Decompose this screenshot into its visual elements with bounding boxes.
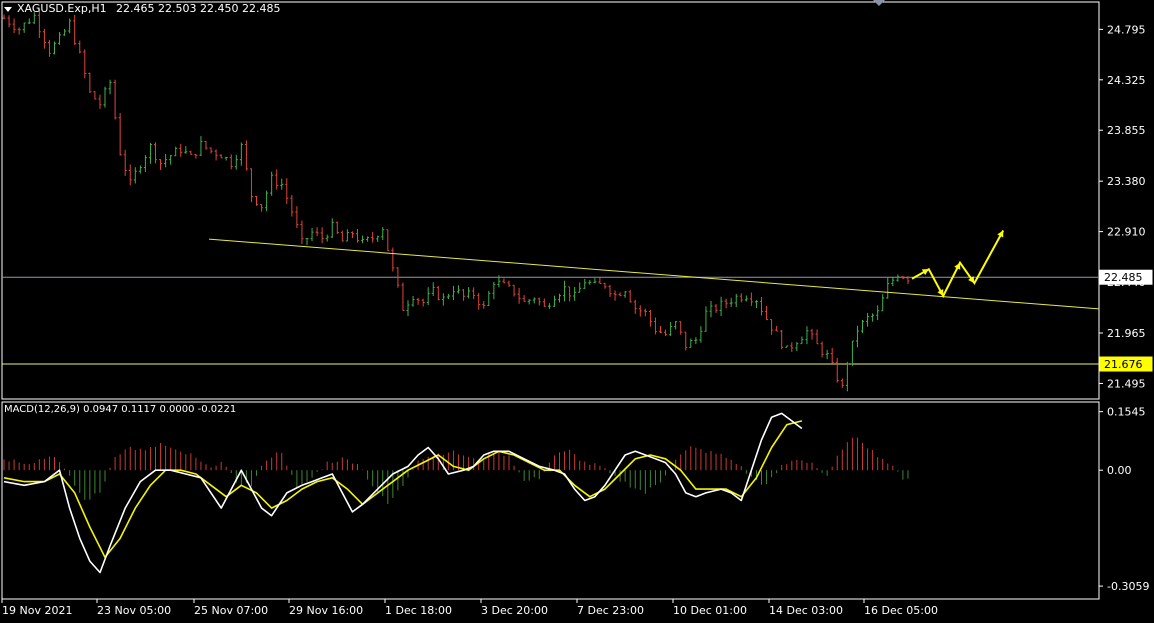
chart-svg: 24.79524.32523.85523.38022.91022.44021.9… xyxy=(1,1,1153,617)
macd-panel-frame xyxy=(1,401,1100,600)
projection-arrow-path xyxy=(911,230,1005,299)
x-tick-label: 3 Dec 20:00 xyxy=(481,604,548,617)
macd-tick-label: -0.3059 xyxy=(1107,580,1149,593)
current-price-label: 22.485 xyxy=(1104,271,1143,284)
y-tick-label: 21.495 xyxy=(1107,377,1146,390)
x-tick-label: 25 Nov 07:00 xyxy=(194,604,268,617)
x-tick-label: 10 Dec 01:00 xyxy=(673,604,747,617)
symbol-label: XAGUSD.Exp,H1 xyxy=(17,2,107,15)
x-tick-label: 23 Nov 05:00 xyxy=(97,604,171,617)
macd-tick-label: 0.1545 xyxy=(1107,406,1146,419)
x-tick-label: 14 Dec 03:00 xyxy=(769,604,843,617)
x-tick-label: 7 Dec 23:00 xyxy=(577,604,644,617)
x-tick-label: 16 Dec 05:00 xyxy=(864,604,938,617)
support-level-label: 21.676 xyxy=(1104,358,1143,371)
chart-shift-icon[interactable] xyxy=(873,0,885,6)
title-dropdown-icon[interactable] xyxy=(4,7,12,12)
macd-main-line xyxy=(3,412,803,574)
y-tick-label: 22.910 xyxy=(1107,226,1146,239)
y-tick-label: 24.325 xyxy=(1107,74,1146,87)
macd-label: MACD(12,26,9) 0.0947 0.1117 0.0000 -0.02… xyxy=(4,404,237,415)
y-tick-label: 21.965 xyxy=(1107,327,1146,340)
x-tick-label: 1 Dec 18:00 xyxy=(385,604,452,617)
macd-signal-line xyxy=(3,420,803,559)
y-tick-label: 24.795 xyxy=(1107,23,1146,36)
macd-tick-label: 0.00 xyxy=(1107,464,1132,477)
chart: 24.79524.32523.85523.38022.91022.44021.9… xyxy=(0,0,1154,619)
x-tick-label: 19 Nov 2021 xyxy=(2,604,72,617)
x-tick-label: 29 Nov 16:00 xyxy=(289,604,363,617)
y-tick-label: 23.855 xyxy=(1107,124,1146,137)
ohlc-label: 22.465 22.503 22.450 22.485 xyxy=(116,2,281,15)
price-panel-frame xyxy=(1,1,1100,400)
y-tick-label: 23.380 xyxy=(1107,175,1146,188)
trendline xyxy=(208,238,1100,310)
